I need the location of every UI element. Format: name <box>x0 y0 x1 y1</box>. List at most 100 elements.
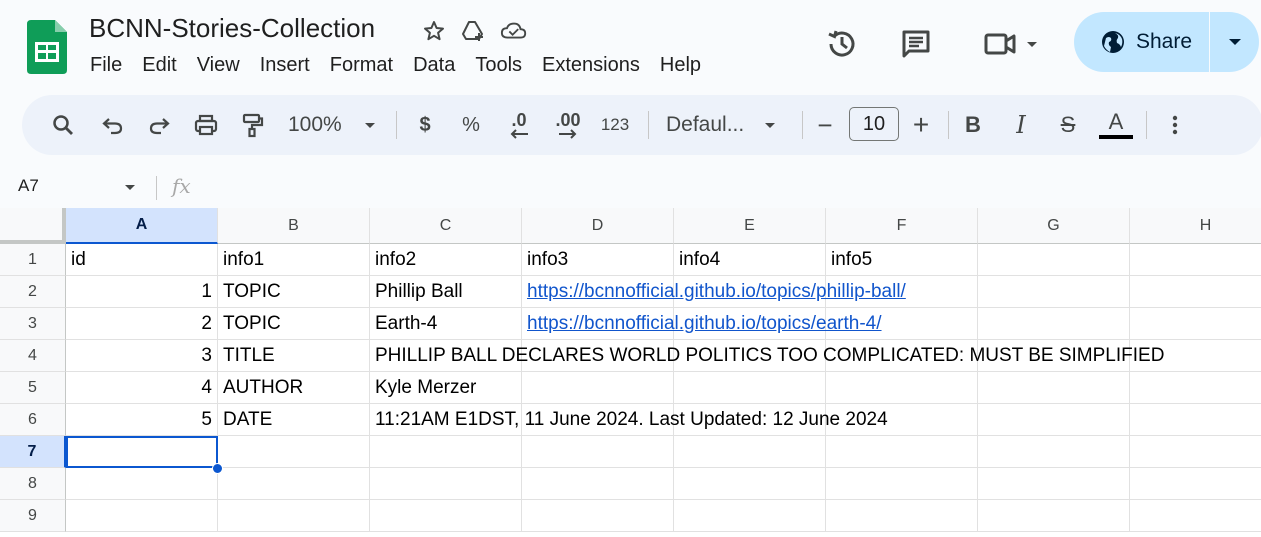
empty-cell[interactable] <box>826 500 978 532</box>
column-header-a[interactable]: A <box>66 208 218 244</box>
row-header-7[interactable]: 7 <box>0 436 66 468</box>
print-button[interactable] <box>190 95 222 155</box>
cell-a6[interactable]: 5 <box>66 404 218 436</box>
row-header-9[interactable]: 9 <box>0 500 66 532</box>
cell-a3[interactable]: 2 <box>66 308 218 340</box>
select-all-corner[interactable] <box>0 208 66 244</box>
menu-help[interactable]: Help <box>650 51 711 79</box>
search-menus-button[interactable] <box>48 95 78 155</box>
share-options-button[interactable] <box>1210 12 1259 72</box>
empty-cell[interactable] <box>522 468 674 500</box>
menu-format[interactable]: Format <box>320 51 403 79</box>
percent-format-button[interactable]: % <box>458 95 484 155</box>
column-header-b[interactable]: B <box>218 208 370 244</box>
decrease-font-size-button[interactable]: − <box>812 95 838 155</box>
cell-e1[interactable]: info4 <box>674 244 826 276</box>
menu-insert[interactable]: Insert <box>250 51 320 79</box>
empty-cell[interactable] <box>978 244 1130 276</box>
version-history-button[interactable] <box>822 24 862 64</box>
cell-b4[interactable]: TITLE <box>218 340 370 372</box>
empty-cell[interactable] <box>370 500 522 532</box>
empty-cell[interactable] <box>978 436 1130 468</box>
undo-button[interactable] <box>98 95 128 155</box>
empty-cell[interactable] <box>978 404 1130 436</box>
share-button[interactable]: Share <box>1074 12 1210 72</box>
paint-format-button[interactable] <box>236 95 268 155</box>
empty-cell[interactable] <box>522 436 674 468</box>
cell-a4[interactable]: 3 <box>66 340 218 372</box>
cell-b6[interactable]: DATE <box>218 404 370 436</box>
empty-cell[interactable] <box>1130 404 1261 436</box>
cell-b2[interactable]: TOPIC <box>218 276 370 308</box>
empty-cell[interactable] <box>1130 276 1261 308</box>
empty-cell[interactable] <box>674 436 826 468</box>
cell-d3[interactable]: https://bcnnofficial.github.io/topics/ea… <box>522 308 978 340</box>
bold-button[interactable]: B <box>960 95 986 155</box>
cell-c4[interactable]: PHILLIP BALL DECLARES WORLD POLITICS TOO… <box>370 340 1261 372</box>
empty-cell[interactable] <box>674 372 826 404</box>
italic-button[interactable]: I <box>1008 95 1034 155</box>
empty-cell[interactable] <box>1130 500 1261 532</box>
increase-decimal-button[interactable]: .00 <box>548 95 588 155</box>
column-header-c[interactable]: C <box>370 208 522 244</box>
empty-cell[interactable] <box>1130 308 1261 340</box>
selected-cell-a7[interactable] <box>66 436 218 468</box>
sheets-logo-icon[interactable] <box>27 20 67 74</box>
spreadsheet-grid[interactable]: A B C D E F G H 1 2 3 4 5 6 7 8 9 id inf… <box>0 208 1261 537</box>
menu-extensions[interactable]: Extensions <box>532 51 650 79</box>
row-header-3[interactable]: 3 <box>0 308 66 340</box>
menu-edit[interactable]: Edit <box>132 51 186 79</box>
cell-b3[interactable]: TOPIC <box>218 308 370 340</box>
empty-cell[interactable] <box>674 500 826 532</box>
empty-cell[interactable] <box>978 308 1130 340</box>
row-header-2[interactable]: 2 <box>0 276 66 308</box>
empty-cell[interactable] <box>370 436 522 468</box>
document-title[interactable]: BCNN-Stories-Collection <box>89 13 375 44</box>
cell-d1[interactable]: info3 <box>522 244 674 276</box>
column-header-e[interactable]: E <box>674 208 826 244</box>
font-family-select[interactable]: Defaul... <box>662 95 782 155</box>
empty-cell[interactable] <box>218 468 370 500</box>
row-header-6[interactable]: 6 <box>0 404 66 436</box>
row-header-4[interactable]: 4 <box>0 340 66 372</box>
cell-f1[interactable]: info5 <box>826 244 978 276</box>
empty-cell[interactable] <box>978 372 1130 404</box>
font-size-input[interactable]: 10 <box>849 107 899 141</box>
cell-d2[interactable]: https://bcnnofficial.github.io/topics/ph… <box>522 276 978 308</box>
empty-cell[interactable] <box>522 372 674 404</box>
column-header-h[interactable]: H <box>1130 208 1261 244</box>
row-header-1[interactable]: 1 <box>0 244 66 276</box>
cloud-status-icon[interactable] <box>500 17 528 45</box>
strikethrough-button[interactable]: S <box>1054 95 1082 155</box>
empty-cell[interactable] <box>826 468 978 500</box>
meet-button[interactable] <box>976 24 1046 64</box>
empty-cell[interactable] <box>66 468 218 500</box>
empty-cell[interactable] <box>218 500 370 532</box>
name-box[interactable]: A7 <box>18 176 39 196</box>
cell-c1[interactable]: info2 <box>370 244 522 276</box>
decrease-decimal-button[interactable]: .0 <box>502 95 536 155</box>
empty-cell[interactable] <box>1130 372 1261 404</box>
link-phillip-ball[interactable]: https://bcnnofficial.github.io/topics/ph… <box>527 281 906 302</box>
currency-format-button[interactable]: $ <box>412 95 438 155</box>
empty-cell[interactable] <box>522 500 674 532</box>
empty-cell[interactable] <box>370 468 522 500</box>
menu-data[interactable]: Data <box>403 51 465 79</box>
more-options-button[interactable] <box>1162 95 1188 155</box>
column-header-f[interactable]: F <box>826 208 978 244</box>
empty-cell[interactable] <box>1130 436 1261 468</box>
empty-cell[interactable] <box>978 276 1130 308</box>
menu-file[interactable]: File <box>80 51 132 79</box>
cell-c3[interactable]: Earth-4 <box>370 308 522 340</box>
empty-cell[interactable] <box>1130 468 1261 500</box>
column-header-d[interactable]: D <box>522 208 674 244</box>
empty-cell[interactable] <box>1130 244 1261 276</box>
number-format-button[interactable]: 123 <box>598 95 632 155</box>
row-header-8[interactable]: 8 <box>0 468 66 500</box>
move-to-drive-icon[interactable] <box>460 17 488 45</box>
cell-c6[interactable]: 11:21AM E1DST, 11 June 2024. Last Update… <box>370 404 978 436</box>
row-header-5[interactable]: 5 <box>0 372 66 404</box>
empty-cell[interactable] <box>66 500 218 532</box>
cell-b5[interactable]: AUTHOR <box>218 372 370 404</box>
menu-view[interactable]: View <box>187 51 250 79</box>
